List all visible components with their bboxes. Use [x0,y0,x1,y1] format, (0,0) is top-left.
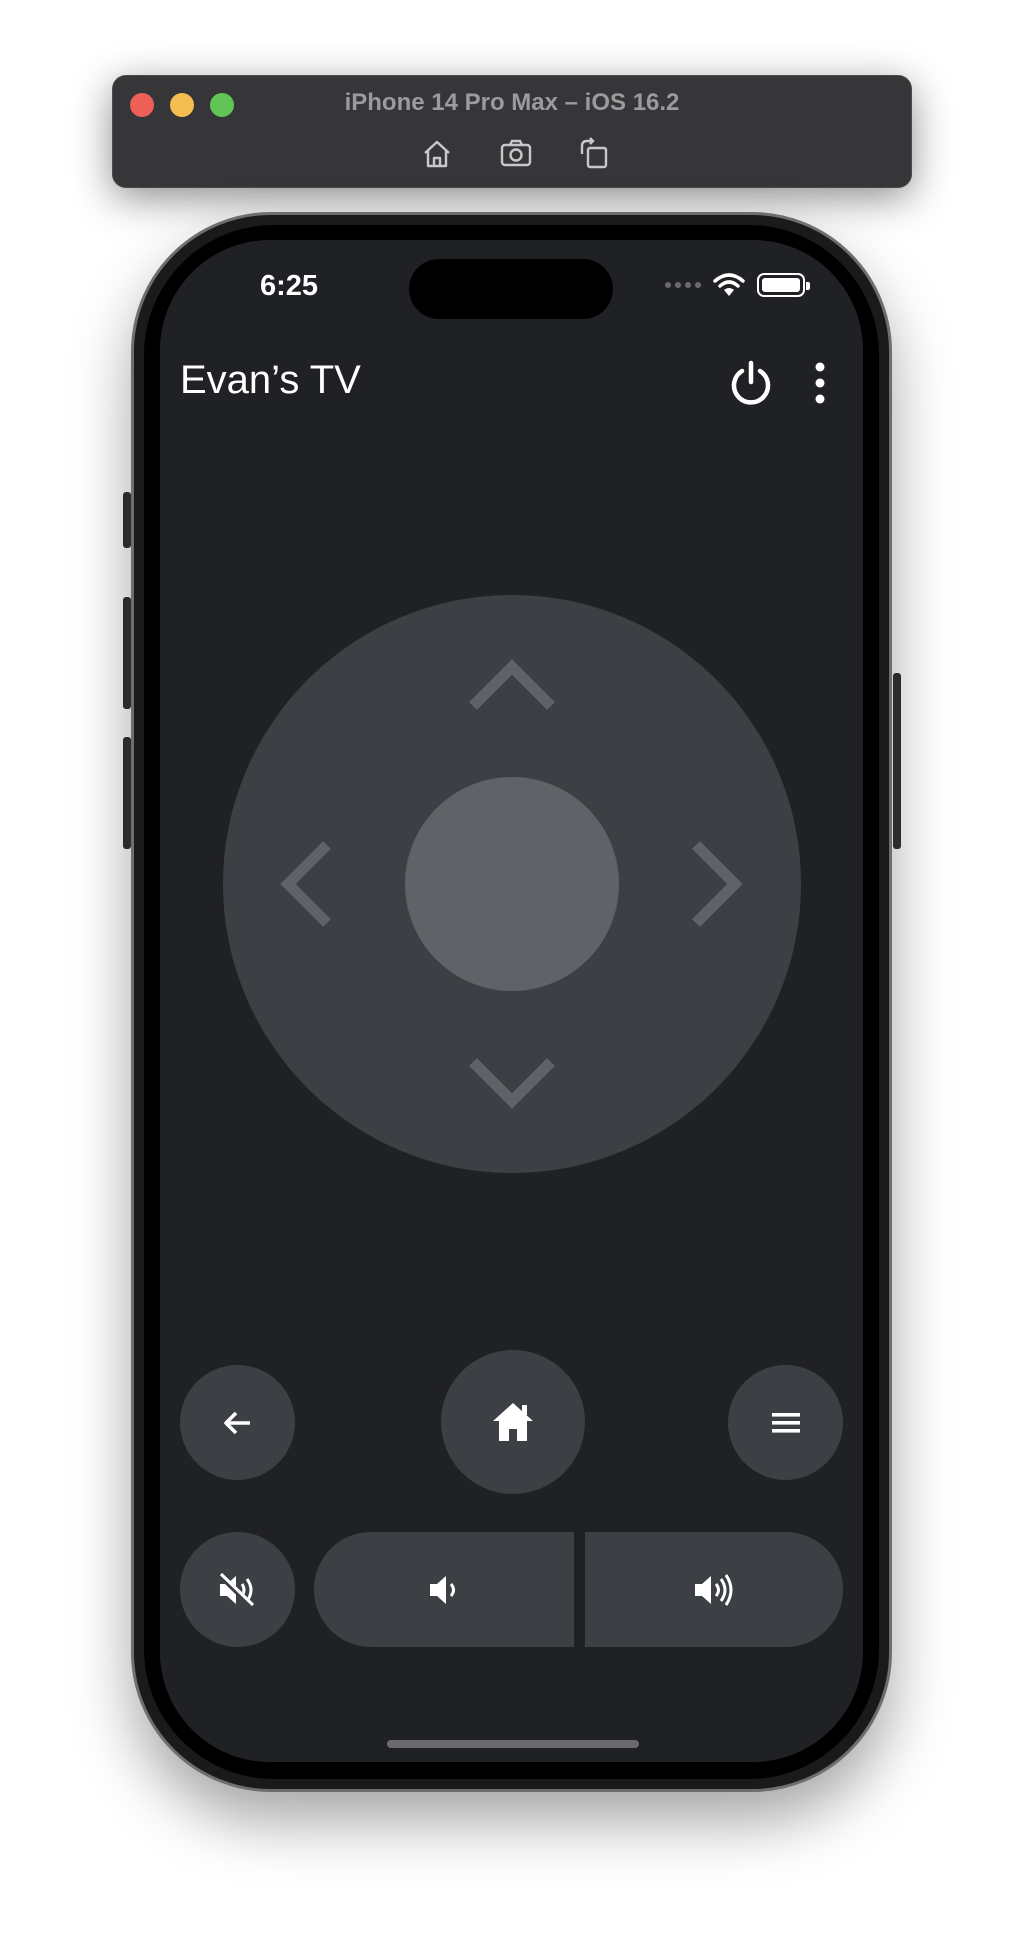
dpad-up-button[interactable] [467,657,557,711]
screenshot-icon[interactable] [498,136,534,172]
home-icon [493,1403,533,1441]
simulator-title: iPhone 14 Pro Max – iOS 16.2 [344,89,680,116]
back-button[interactable] [180,1365,295,1480]
home-icon[interactable] [419,136,455,172]
mute-button[interactable] [180,1532,295,1647]
chevron-up-icon [469,659,555,710]
chevron-right-icon [692,841,743,927]
action-button [123,492,131,548]
volume-up-button[interactable] [585,1532,843,1647]
battery-icon [757,273,810,297]
status-time: 6:25 [260,270,319,302]
cellular-icon [665,282,701,288]
power-side-button [893,673,901,849]
status-icons [665,270,810,300]
volume-down-side-button [123,737,131,849]
back-arrow-icon [223,1411,250,1434]
menu-button[interactable] [728,1365,843,1480]
chevron-down-icon [469,1058,555,1109]
mute-icon [216,1571,255,1609]
menu-icon [771,1412,800,1433]
dpad-select-button[interactable] [405,777,619,991]
volume-down-icon [430,1575,455,1604]
dpad [223,595,801,1173]
more-vert-icon[interactable] [795,358,845,408]
volume-up-icon [695,1573,733,1606]
dpad-down-button[interactable] [467,1057,557,1111]
dynamic-island [409,259,613,319]
power-icon[interactable] [726,358,776,408]
device-title: Evan’s TV [180,358,361,402]
phone-screen: 6:25 Evan’s TV [160,240,863,1762]
simulator-toolbar [113,136,911,172]
simulator-window: iPhone 14 Pro Max – iOS 16.2 [112,75,912,188]
rotate-icon[interactable] [576,136,612,172]
dpad-right-button[interactable] [691,839,745,929]
chevron-left-icon [280,841,331,927]
wifi-icon [713,273,745,296]
home-indicator[interactable] [387,1740,639,1748]
home-button[interactable] [441,1350,585,1494]
volume-up-side-button [123,597,131,709]
volume-down-button[interactable] [314,1532,574,1647]
dpad-left-button[interactable] [278,839,332,929]
